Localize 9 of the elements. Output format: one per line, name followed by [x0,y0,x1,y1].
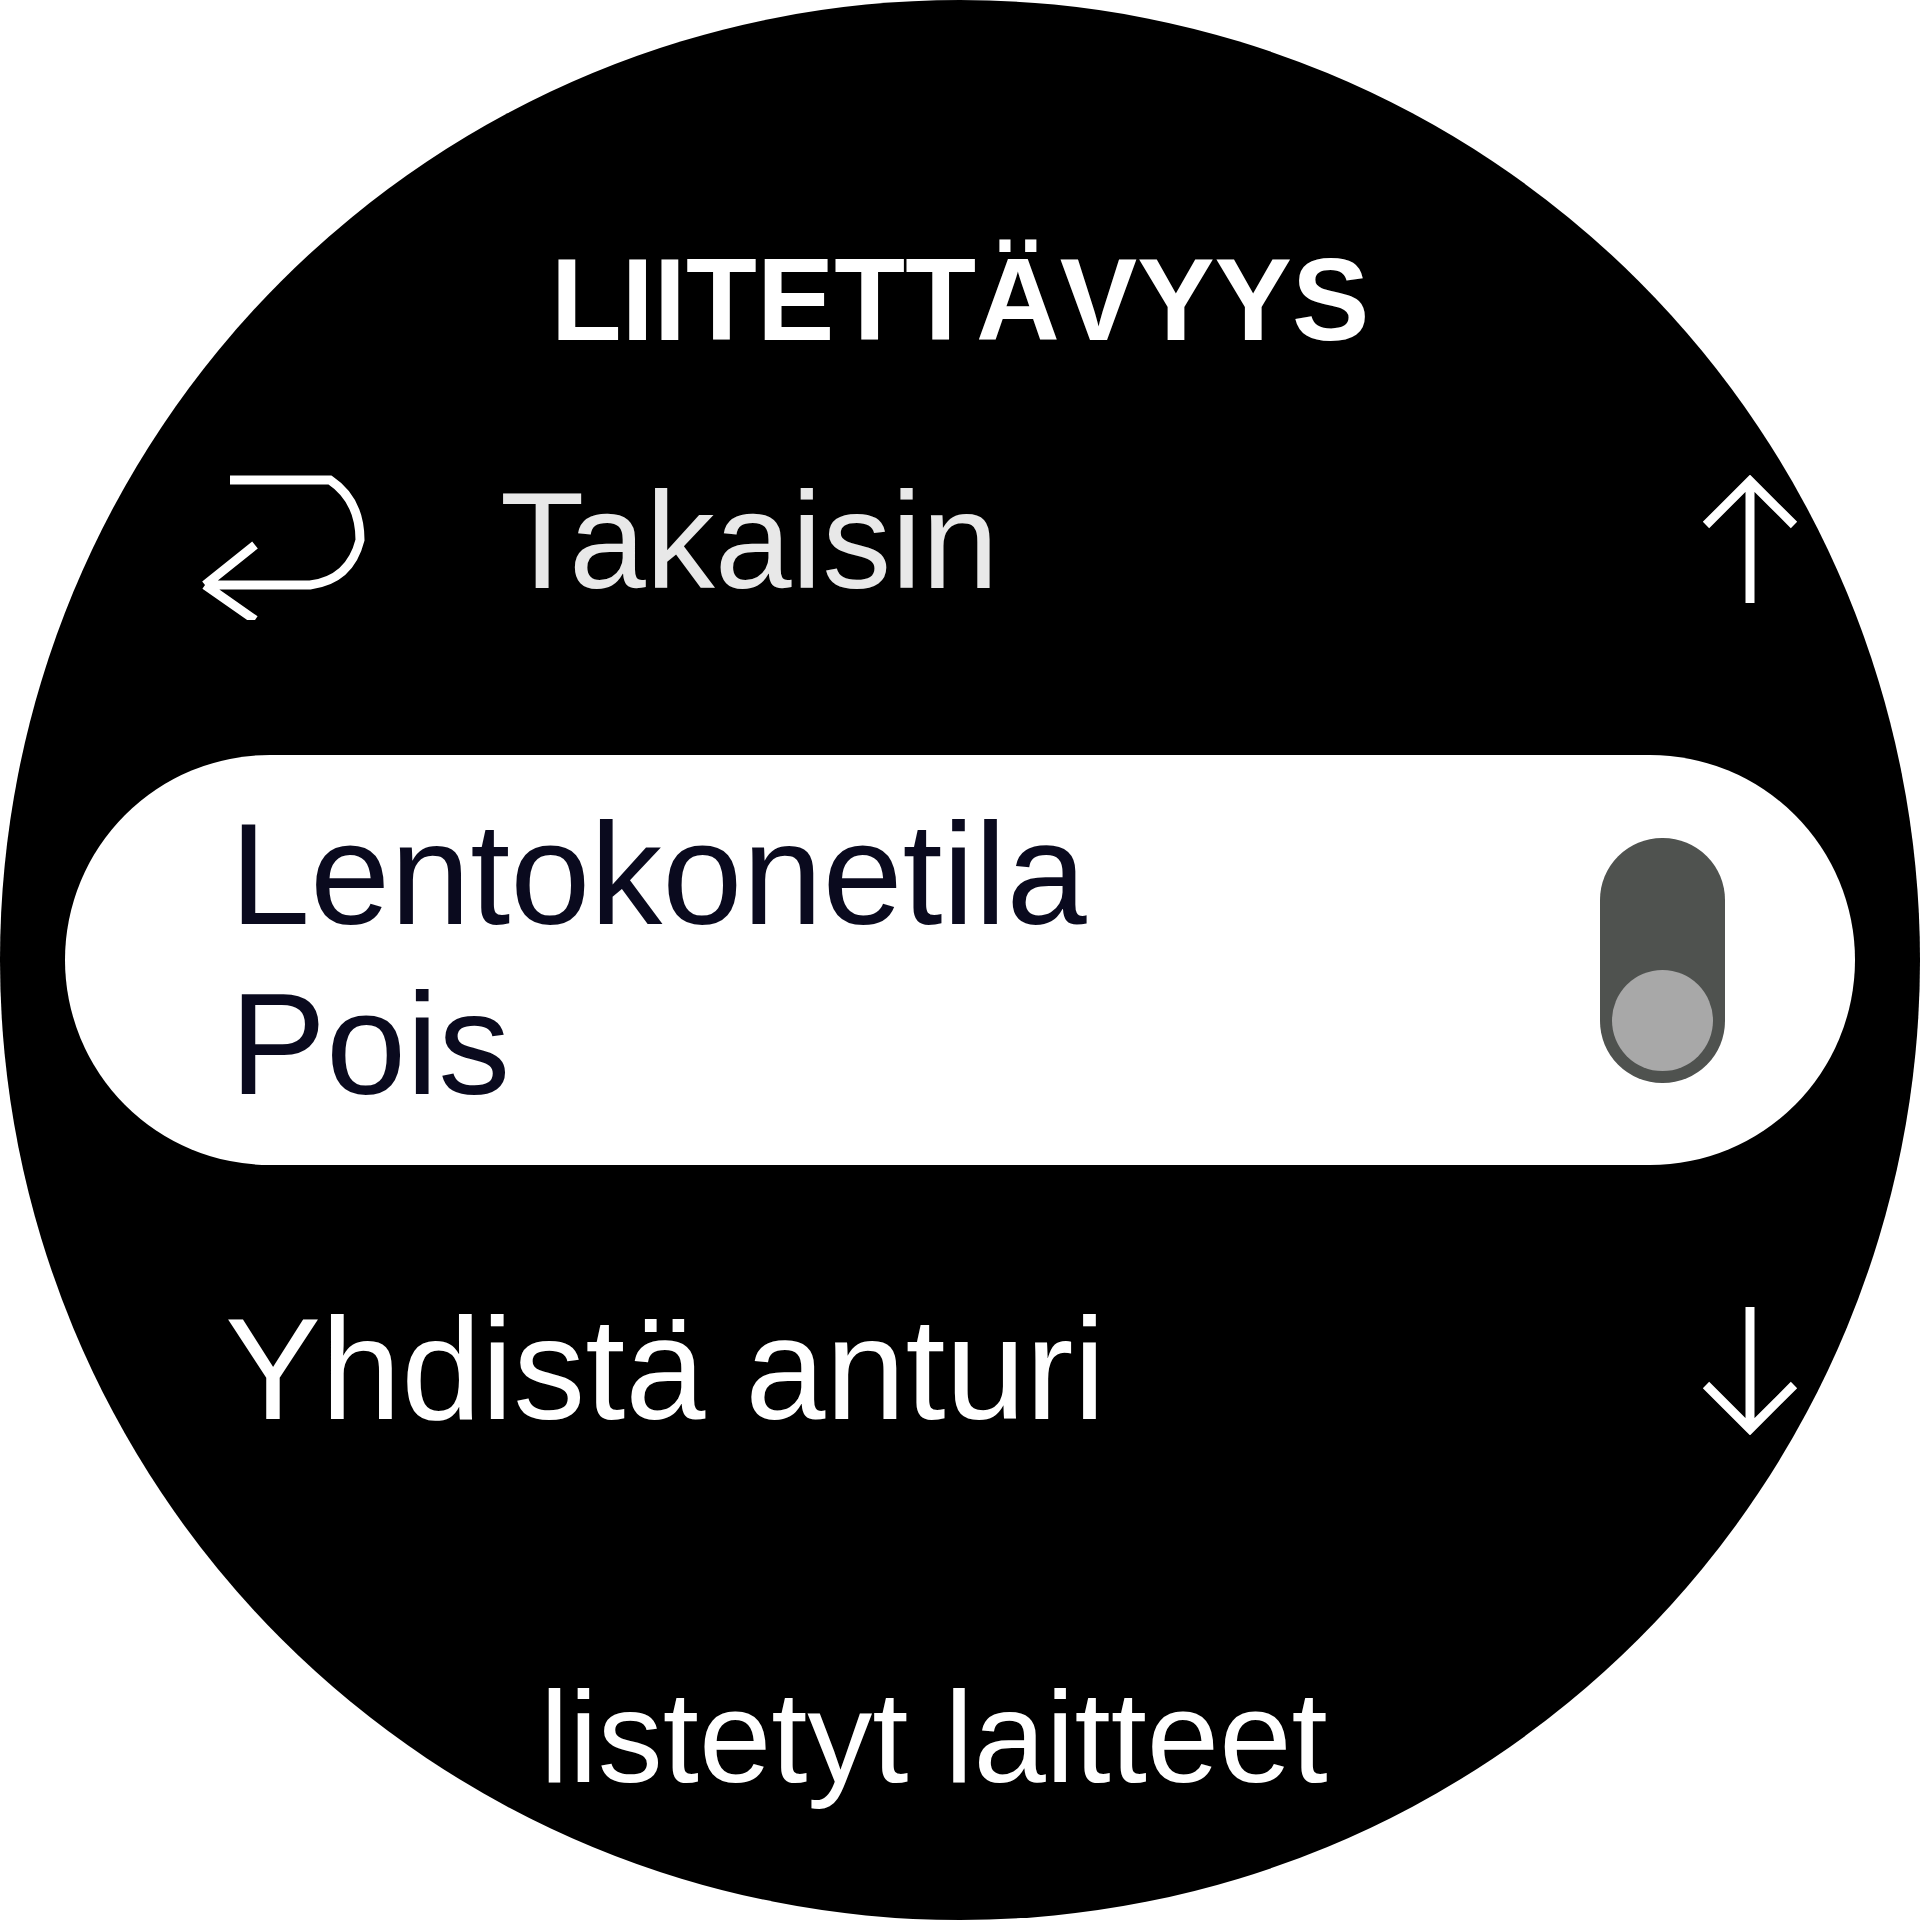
screen-title: LIITETTÄVYYS [550,240,1370,360]
item-label: Lentokonetila [230,793,1087,957]
item-value: Pois [230,963,511,1127]
menu-item[interactable]: listetyt laitteet [540,1655,1328,1820]
down-arrow-icon [1700,1305,1800,1435]
selected-menu-item[interactable]: Lentokonetila Pois [65,755,1855,1165]
back-label[interactable]: Takaisin [500,470,1700,610]
up-arrow-icon [1700,475,1800,605]
menu-item[interactable]: Yhdistä anturi [0,1300,1920,1440]
